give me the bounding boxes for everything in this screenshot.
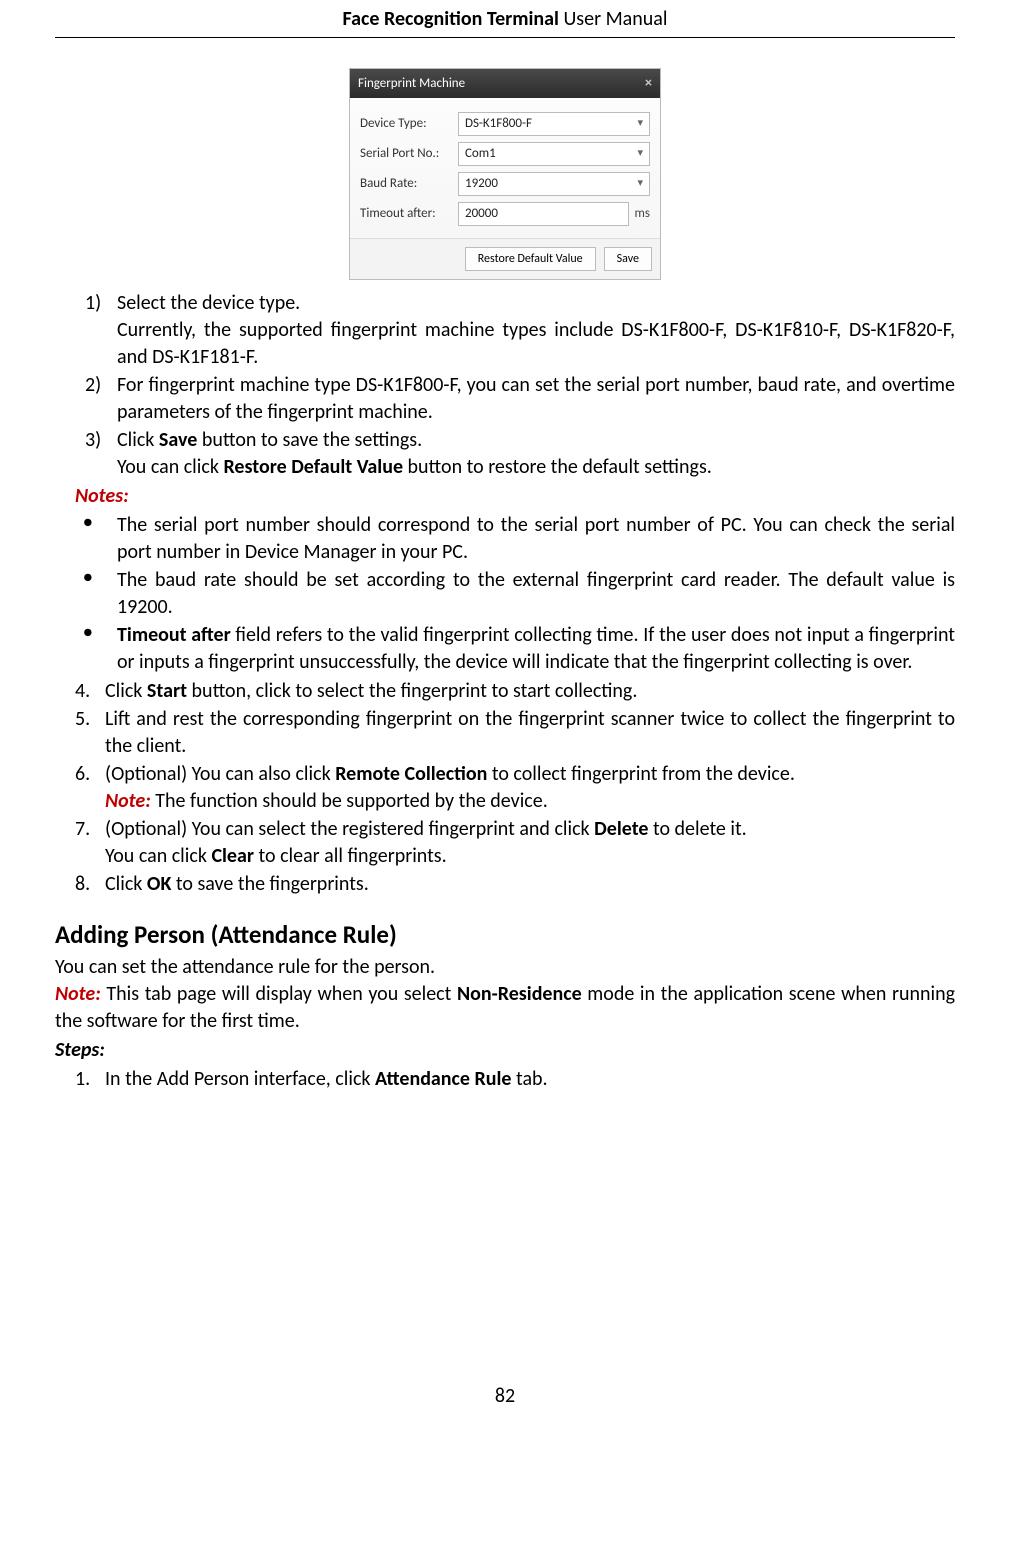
numbered-sub-steps: Select the device type. Currently, the s… [55, 290, 955, 481]
sub-step-1-para: Currently, the supported fingerprint mac… [117, 317, 955, 371]
sub-step-3: Click Save button to save the settings. … [85, 427, 955, 481]
section-intro: You can set the attendance rule for the … [55, 954, 955, 981]
header-title-bold: Face Recognition Terminal [343, 7, 559, 31]
note-2: The baud rate should be set according to… [75, 567, 955, 621]
notes-bullets: The serial port number should correspond… [55, 512, 955, 676]
baud-rate-select[interactable]: 19200 [458, 172, 650, 196]
note-3: Timeout after field refers to the valid … [75, 622, 955, 676]
row-device-type: Device Type: DS-K1F800-F [360, 112, 650, 136]
row-serial-port: Serial Port No.: Com1 [360, 142, 650, 166]
step-4: Click Start button, click to select the … [55, 678, 955, 705]
page-header: Face Recognition Terminal User Manual [55, 0, 955, 38]
label-serial-port: Serial Port No.: [360, 145, 458, 163]
page-number: 82 [55, 1383, 955, 1420]
close-icon[interactable]: × [645, 74, 652, 93]
step-5: Lift and rest the corresponding fingerpr… [55, 706, 955, 760]
section-step-1: In the Add Person interface, click Atten… [55, 1066, 955, 1093]
dialog-figure: Fingerprint Machine × Device Type: DS-K1… [55, 68, 955, 280]
unit-ms: ms [635, 205, 650, 223]
document-page: Face Recognition Terminal User Manual Fi… [0, 0, 1010, 1420]
top-steps: Click Start button, click to select the … [55, 678, 955, 898]
step-7-sub: You can click Clear to clear all fingerp… [105, 843, 955, 870]
label-baud-rate: Baud Rate: [360, 175, 458, 193]
sub-step-2: For fingerprint machine type DS-K1F800-F… [85, 372, 955, 426]
dialog-title-bar: Fingerprint Machine × [350, 69, 660, 98]
step-7: (Optional) You can select the registered… [55, 816, 955, 870]
label-device-type: Device Type: [360, 115, 458, 133]
notes-label: Notes: [55, 483, 955, 510]
row-baud-rate: Baud Rate: 19200 [360, 172, 650, 196]
step-6-note: Note: The function should be supported b… [105, 788, 955, 815]
row-timeout: Timeout after: 20000 ms [360, 202, 650, 226]
dialog-footer: Restore Default Value Save [350, 238, 660, 279]
dialog-body: Device Type: DS-K1F800-F Serial Port No.… [350, 98, 660, 238]
restore-default-button[interactable]: Restore Default Value [465, 247, 596, 271]
fingerprint-machine-dialog: Fingerprint Machine × Device Type: DS-K1… [349, 68, 661, 280]
sub-step-1: Select the device type. Currently, the s… [85, 290, 955, 371]
note-1: The serial port number should correspond… [75, 512, 955, 566]
timeout-input[interactable]: 20000 [458, 202, 629, 226]
section-heading: Adding Person (Attendance Rule) [55, 918, 955, 952]
serial-port-select[interactable]: Com1 [458, 142, 650, 166]
step-6: (Optional) You can also click Remote Col… [55, 761, 955, 815]
sub-step-3-extra: You can click Restore Default Value butt… [117, 454, 955, 481]
dialog-title: Fingerprint Machine [358, 75, 465, 93]
section-note: Note: This tab page will display when yo… [55, 981, 955, 1035]
device-type-select[interactable]: DS-K1F800-F [458, 112, 650, 136]
header-title-rest: User Manual [559, 7, 668, 31]
label-timeout: Timeout after: [360, 205, 458, 223]
section-steps: In the Add Person interface, click Atten… [55, 1066, 955, 1093]
save-button[interactable]: Save [604, 247, 652, 271]
step-8: Click OK to save the fingerprints. [55, 871, 955, 898]
steps-label: Steps: [55, 1037, 955, 1064]
